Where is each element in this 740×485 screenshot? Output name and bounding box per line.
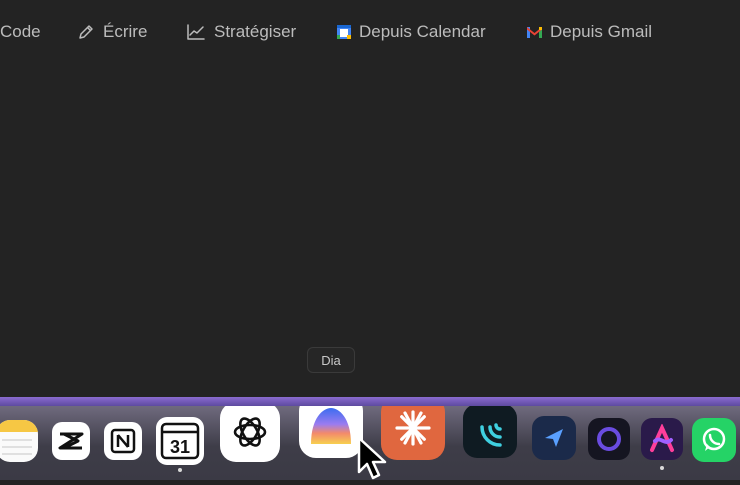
notion-app-icon[interactable] — [104, 422, 142, 460]
calendar-label: Depuis Calendar — [359, 22, 486, 41]
calendar-chip[interactable]: Depuis Calendar — [337, 18, 486, 46]
ecrire-chip[interactable]: Écrire — [77, 18, 147, 46]
arc-app-icon[interactable] — [641, 418, 683, 460]
notes-app-icon[interactable] — [0, 420, 38, 462]
calendar-day-text: 31 — [170, 437, 190, 457]
running-indicator-dot — [660, 466, 664, 470]
send-app-icon[interactable] — [532, 416, 576, 460]
calendar-app-icon[interactable]: 31 — [156, 417, 204, 465]
gmail-label: Depuis Gmail — [550, 22, 653, 41]
wave-app-icon[interactable] — [463, 406, 517, 458]
dock-tooltip: Dia — [307, 347, 355, 373]
dia-app-icon[interactable] — [299, 406, 363, 458]
google-calendar-icon — [337, 25, 351, 39]
gmail-icon — [527, 26, 542, 38]
pencil-icon — [77, 23, 95, 41]
ring-app-icon[interactable] — [588, 418, 630, 460]
line-chart-icon — [186, 23, 206, 41]
capcut-app-icon[interactable] — [52, 422, 90, 460]
strategiser-label: Stratégiser — [214, 22, 297, 41]
running-indicator-dot — [178, 468, 182, 472]
dock-top-edge — [0, 397, 740, 406]
code-chip[interactable]: Code — [0, 18, 41, 46]
chatgpt-app-icon[interactable] — [220, 406, 280, 462]
whatsapp-app-icon[interactable] — [692, 418, 736, 462]
mouse-pointer-icon — [357, 436, 391, 485]
code-label: Code — [0, 22, 41, 41]
ecrire-label: Écrire — [103, 22, 148, 41]
gmail-chip[interactable]: Depuis Gmail — [527, 18, 652, 46]
strategiser-chip[interactable]: Stratégiser — [186, 18, 296, 46]
tooltip-label: Dia — [321, 352, 341, 368]
prompt-suggestion-bar: Code Écrire Stratégiser Depuis Calendar … — [0, 18, 740, 46]
